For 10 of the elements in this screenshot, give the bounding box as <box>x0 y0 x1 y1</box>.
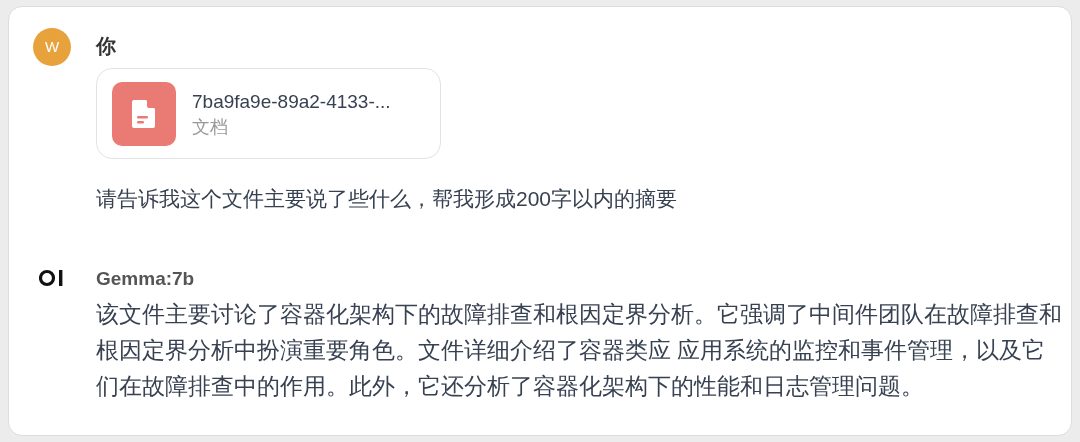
file-attachment[interactable]: 7ba9fa9e-89a2-4133-... 文档 <box>96 68 441 159</box>
file-name: 7ba9fa9e-89a2-4133-... <box>192 89 391 114</box>
author-name: Gemma:7b <box>96 267 196 291</box>
file-type: 文档 <box>192 115 229 139</box>
logo-icon <box>39 269 65 287</box>
document-icon <box>112 81 176 146</box>
message-text: 请告诉我这个文件主要说了些什么，帮我形成200字以内的摘要 <box>96 186 678 212</box>
author-name: 你 <box>96 34 117 59</box>
user-avatar: W <box>33 28 71 66</box>
message-text: 该文件主要讨论了容器化架构下的故障排查和根因定界分析。它强调了中间件团队在故障排查和根因定界分析中扮演重要角色。文件详细介绍了容器类应 应用系统的监控和事件管理，以及它们在故障排查中的作用。此外，它还分析了容器化架构下的性能和日志管理问题。 <box>96 300 1063 401</box>
